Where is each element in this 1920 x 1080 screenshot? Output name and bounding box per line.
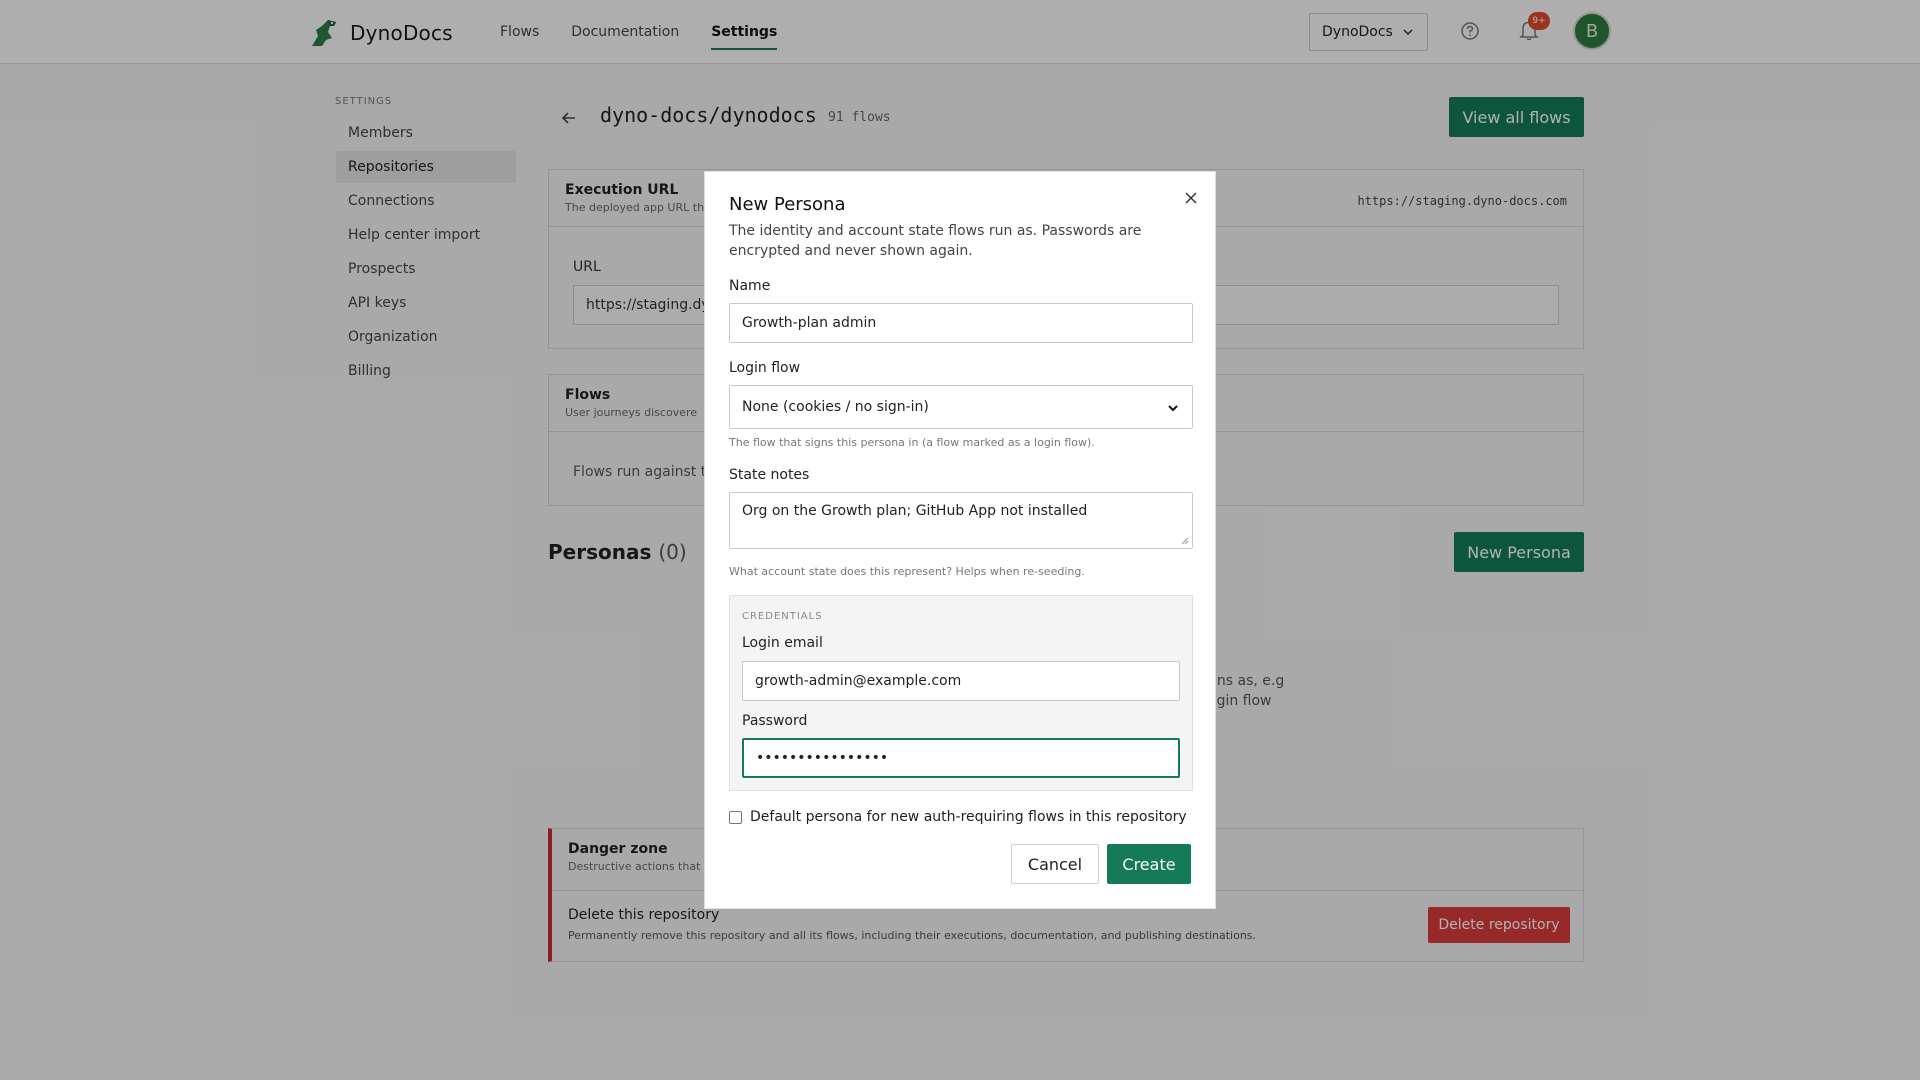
credentials-heading: CREDENTIALS [742,611,823,622]
new-persona-modal: New Persona The identity and account sta… [704,171,1216,909]
default-persona-label[interactable]: Default persona for new auth-requiring f… [750,809,1187,825]
login-flow-selected: None (cookies / no sign-in) [742,399,929,415]
login-flow-label: Login flow [729,360,801,376]
modal-title: New Persona [729,194,846,215]
cancel-button[interactable]: Cancel [1011,844,1099,884]
resize-grip-icon[interactable] [1181,537,1189,545]
create-button[interactable]: Create [1107,844,1191,884]
state-notes-textarea[interactable]: Org on the Growth plan; GitHub App not i… [729,492,1193,549]
modal-description: The identity and account state flows run… [729,223,1142,259]
login-email-label: Login email [742,635,823,651]
chevron-down-icon [1168,405,1178,412]
close-icon[interactable] [1183,190,1199,206]
state-notes-help: What account state does this represent? … [729,565,1085,578]
name-label: Name [729,278,771,294]
login-flow-help: The flow that signs this persona in (a f… [729,436,1095,449]
login-flow-select[interactable]: None (cookies / no sign-in) [729,385,1193,429]
password-label: Password [742,713,808,729]
state-notes-value: Org on the Growth plan; GitHub App not i… [742,503,1088,519]
credentials-section: CREDENTIALS Login email growth-admin@exa… [729,595,1193,791]
login-email-input[interactable]: growth-admin@example.com [742,661,1180,701]
name-input[interactable]: Growth-plan admin [729,303,1193,343]
password-input[interactable]: •••••••••••••••• [742,738,1180,778]
state-notes-label: State notes [729,467,810,483]
default-persona-row[interactable]: Default persona for new auth-requiring f… [729,809,1187,825]
default-persona-checkbox[interactable] [729,810,742,824]
